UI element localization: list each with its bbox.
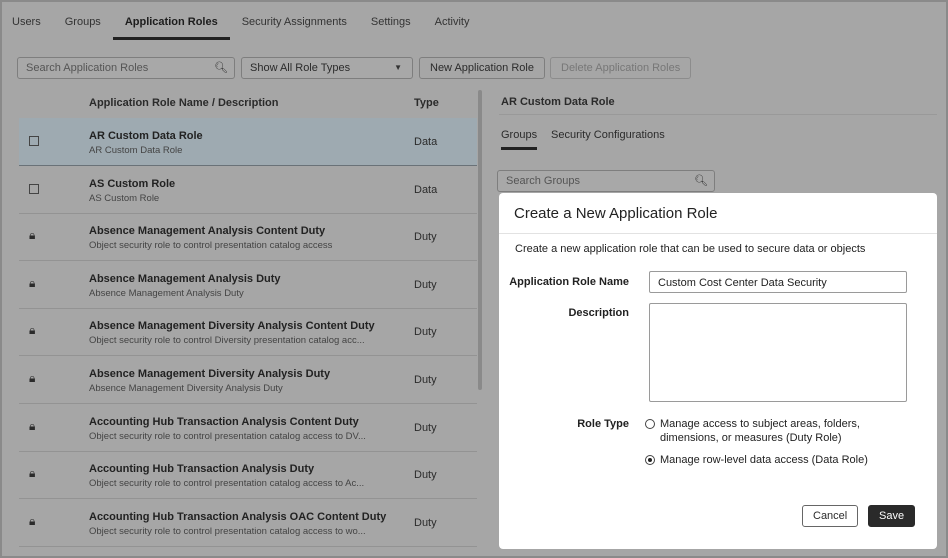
detail-tab-security-configurations[interactable]: Security Configurations (551, 129, 665, 141)
chevron-down-icon: ▼ (394, 63, 402, 72)
role-name: Accounting Hub Transaction Analysis Cont… (89, 415, 359, 428)
duty-role-option-label: Manage access to subject areas, folders,… (660, 418, 860, 444)
role-type: Duty (414, 374, 437, 386)
role-description: Object security role to control presenta… (89, 525, 366, 537)
tab-activity[interactable]: Activity (423, 16, 482, 40)
search-icon: 🔍︎ (214, 62, 228, 74)
filter-value: Show All Role Types (250, 62, 351, 74)
table-row[interactable]: 🔒︎ Absence Management Analysis Duty Absenc… (19, 261, 477, 309)
role-name: Absence Management Analysis Duty (89, 272, 281, 285)
lock-icon: 🔒︎ (29, 466, 36, 481)
data-role-option-label: Manage row-level data access (Data Role) (660, 454, 868, 466)
role-description: Absence Management Analysis Duty (89, 287, 244, 299)
table-row[interactable]: 🔒︎ Accounting Hub Transaction Analysis Co… (19, 404, 477, 452)
role-name: AS Custom Role (89, 177, 176, 190)
divider (499, 114, 937, 115)
role-name-input[interactable]: Custom Cost Center Data Security (649, 271, 907, 293)
search-placeholder: Search Groups (506, 175, 580, 187)
role-type: Duty (414, 469, 437, 482)
role-type: Duty (414, 278, 437, 291)
dialog-title: Create a New Application Role (514, 205, 718, 222)
role-description: Object security role to control presenta… (89, 240, 333, 252)
lock-icon: 🔒︎ (29, 228, 36, 243)
role-description: Object security role to control presenta… (89, 430, 366, 442)
delete-application-roles-button[interactable]: Delete Application Roles (550, 57, 692, 79)
role-name: Accounting Hub Transaction Analysis Duty (89, 463, 315, 476)
create-application-role-dialog: Create a New Application Role Create a n… (499, 193, 937, 549)
role-type-label: Role Type (577, 418, 629, 430)
role-type: Duty (414, 326, 437, 339)
lock-icon: 🔒︎ (29, 371, 36, 385)
role-description: AS Custom Role (89, 192, 160, 204)
data-role-radio[interactable] (645, 455, 655, 465)
search-icon: 🔍︎ (694, 175, 708, 187)
cancel-button[interactable]: Cancel (802, 505, 859, 527)
role-type: Data (414, 183, 438, 196)
role-type: Duty (414, 231, 437, 244)
detail-title: AR Custom Data Role (501, 96, 615, 108)
description-label: Description (568, 307, 629, 319)
role-description: Object security role to control Diversit… (89, 335, 365, 347)
table-scrollbar[interactable] (478, 90, 482, 390)
table-row[interactable]: AR Custom Data Role AR Custom Data Role Da… (19, 118, 477, 166)
table-row[interactable]: 🔒︎ Absence Management Diversity Analysis … (19, 356, 477, 404)
table-row[interactable]: 🔒︎ Accounting Hub Transaction Analysis Du… (19, 451, 477, 500)
table-row[interactable]: 🔒︎ Accounting Hub Transaction Analysis OA… (19, 499, 477, 547)
divider (499, 233, 937, 234)
new-application-role-button[interactable]: New Application Role (419, 57, 545, 79)
tab-settings[interactable]: Settings (359, 16, 423, 40)
search-groups-input[interactable]: Search Groups 🔍︎ (497, 170, 715, 192)
tab-application-roles[interactable]: Application Roles (112, 16, 230, 40)
lock-icon: 🔒︎ (29, 513, 36, 528)
table-header: Application Role Name / Description Type (19, 92, 477, 116)
role-name: Accounting Hub Transaction Analysis OAC … (89, 510, 387, 523)
duty-role-radio[interactable] (645, 419, 655, 429)
lock-icon: 🔒︎ (29, 323, 36, 338)
role-description: Absence Management Diversity Analysis Du… (89, 383, 283, 394)
table-row[interactable]: 🔒︎ Absence Management Analysis Content Du… (19, 213, 477, 262)
column-header-name: Application Role Name / Description (89, 97, 279, 109)
role-type: Data (414, 136, 438, 148)
role-name: Absence Management Analysis Content Duty (89, 225, 326, 238)
table-row[interactable]: 🔒︎ Absence Management Diversity Analysis … (19, 308, 477, 357)
save-button[interactable]: Save (868, 505, 916, 527)
role-name: Absence Management Diversity Analysis Du… (89, 368, 331, 380)
search-application-roles-input[interactable]: Search Application Roles 🔍︎ (17, 57, 235, 79)
main-tabs: Users Groups Application Roles Security … (10, 16, 481, 40)
row-checkbox[interactable] (29, 136, 39, 146)
tab-groups[interactable]: Groups (53, 16, 113, 40)
role-name: AR Custom Data Role (89, 130, 203, 142)
role-description: AR Custom Data Role (89, 145, 183, 156)
role-name: Absence Management Diversity Analysis Co… (89, 320, 375, 333)
dialog-intro: Create a new application role that can b… (515, 243, 866, 255)
description-textarea[interactable] (649, 303, 907, 402)
tab-users[interactable]: Users (10, 16, 53, 40)
role-type: Duty (414, 421, 437, 434)
role-type: Duty (414, 516, 437, 529)
search-placeholder: Search Application Roles (26, 62, 149, 74)
table-row[interactable]: AS Custom Role AS Custom Role Data (19, 166, 477, 214)
lock-icon: 🔒︎ (29, 275, 36, 290)
detail-tab-groups[interactable]: Groups (501, 129, 538, 150)
column-header-type: Type (414, 97, 439, 109)
role-name-label: Application Role Name (509, 276, 629, 288)
lock-icon: 🔒︎ (29, 418, 36, 433)
tab-security-assignments[interactable]: Security Assignments (230, 16, 359, 40)
row-checkbox[interactable] (29, 183, 39, 194)
role-description: Object security role to control presenta… (89, 478, 365, 490)
role-type-filter-select[interactable]: Show All Role Types ▼ (241, 57, 413, 79)
